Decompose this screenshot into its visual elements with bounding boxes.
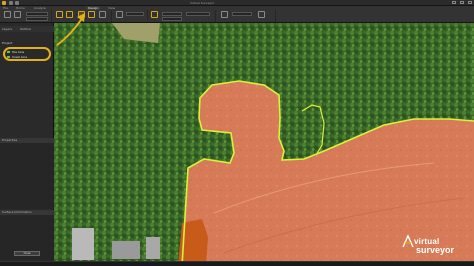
point-icon[interactable] xyxy=(99,11,106,18)
status-bar xyxy=(0,261,474,266)
ribbon-group-lines xyxy=(112,10,148,22)
profile-icon[interactable] xyxy=(116,11,123,18)
method-select[interactable] xyxy=(162,17,182,21)
line-style-select[interactable] xyxy=(126,12,144,16)
tab-outline[interactable]: Outline xyxy=(20,26,31,32)
building xyxy=(112,241,140,259)
logo-line1: virtual xyxy=(414,237,440,246)
layers-icon[interactable] xyxy=(14,11,21,18)
panel-tabs: Layers Outline xyxy=(0,26,54,32)
point-type-select[interactable] xyxy=(232,12,252,16)
terrain-icon[interactable] xyxy=(4,11,11,18)
app-logo-icon xyxy=(2,1,6,5)
building xyxy=(72,228,94,260)
resolution-select[interactable] xyxy=(26,17,48,21)
map-view[interactable]: virtual surveyor xyxy=(54,23,474,266)
layer-label: Toe Line xyxy=(12,50,25,54)
logo-line2: surveyor xyxy=(416,245,455,255)
layer-color-swatch xyxy=(7,51,10,53)
ribbon-group-points xyxy=(216,10,276,22)
annotation-arrow-icon xyxy=(56,13,85,46)
undo-icon[interactable] xyxy=(15,1,19,5)
surface-info-body xyxy=(0,215,54,265)
surface-select[interactable] xyxy=(162,12,182,16)
maximize-icon[interactable] xyxy=(460,1,464,4)
ribbon-group-tools xyxy=(148,10,216,22)
orthophoto-svg xyxy=(54,23,474,266)
tab-layers[interactable]: Layers xyxy=(2,26,12,32)
layer-item-toe[interactable]: Toe Line xyxy=(7,50,47,54)
design-select[interactable] xyxy=(186,12,210,16)
close-button[interactable]: Close xyxy=(14,251,40,256)
brand-logo: virtual surveyor xyxy=(402,234,462,256)
minimize-icon[interactable] xyxy=(452,1,456,4)
close-icon[interactable] xyxy=(468,1,472,4)
app-window: Virtual Surveyor File Home Analyze Desig… xyxy=(0,0,474,266)
settings-icon[interactable] xyxy=(258,11,265,18)
volume-icon[interactable] xyxy=(151,11,158,18)
properties-body xyxy=(0,143,54,209)
left-panel: Layers Outline Project Toe Line Crest Li… xyxy=(0,23,54,266)
layer-item-crest[interactable]: Crest Line xyxy=(7,55,47,59)
brand-mark-icon xyxy=(402,234,414,248)
save-icon[interactable] xyxy=(9,1,13,5)
ribbon-group-terrain xyxy=(0,10,52,22)
layer-color-swatch xyxy=(7,56,10,58)
building xyxy=(146,237,160,259)
grid-icon[interactable] xyxy=(221,11,228,18)
window-controls xyxy=(452,1,472,4)
terrain-select[interactable] xyxy=(26,12,48,16)
layer-label: Crest Line xyxy=(12,55,28,59)
project-node[interactable]: Project xyxy=(2,41,12,45)
